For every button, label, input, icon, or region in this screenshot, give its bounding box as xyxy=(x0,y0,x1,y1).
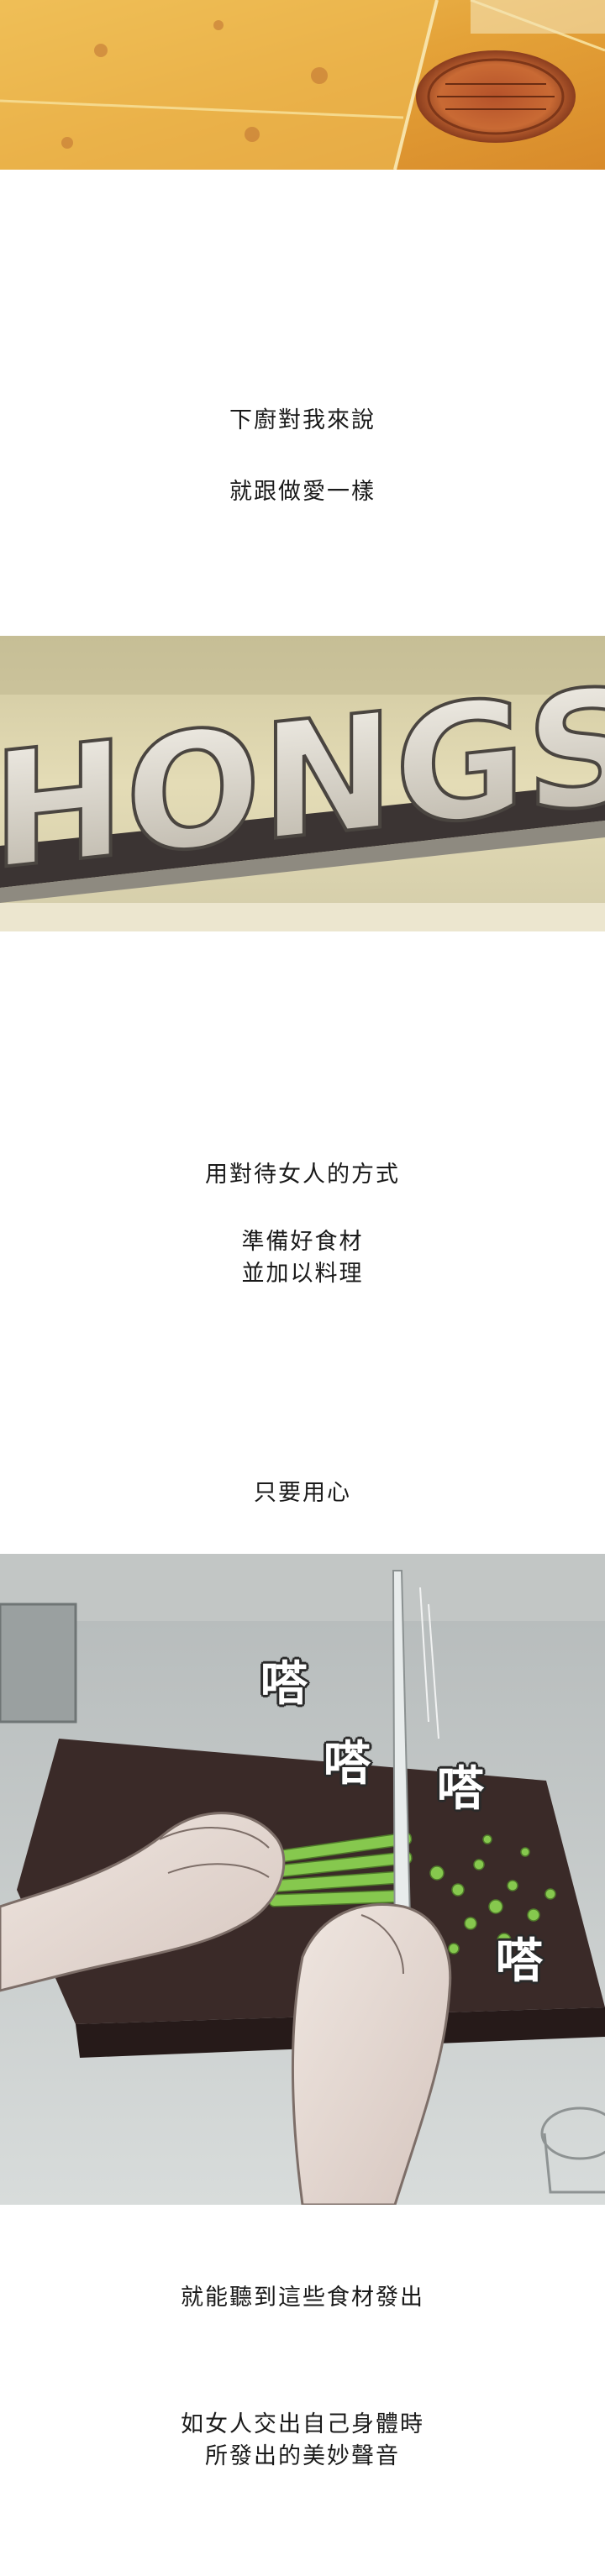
caption-6-line-1: 就能聽到這些食材發出 xyxy=(181,2285,424,2311)
sign-illustration: HONGS K xyxy=(0,636,605,931)
panel-chopping: 嗒 嗒 嗒 嗒 xyxy=(0,1554,605,2205)
panel-floor-drain xyxy=(0,0,605,170)
caption-1-line-1: 下廚對我來說 xyxy=(229,407,376,433)
caption-4-line-2: 並加以料理 xyxy=(241,1261,364,1287)
caption-7-line-1: 如女人交出自己身體時 xyxy=(181,2411,424,2437)
sfx-da-3: 嗒 xyxy=(437,1762,484,1817)
sfx-da-4: 嗒 xyxy=(496,1934,543,1989)
caption-2: 就跟做愛一樣 xyxy=(0,476,605,508)
caption-3: 用對待女人的方式 xyxy=(0,1159,605,1191)
caption-5-line-1: 只要用心 xyxy=(254,1480,351,1506)
caption-3-line-1: 用對待女人的方式 xyxy=(205,1162,400,1188)
floor-drain-illustration xyxy=(0,0,605,170)
caption-1: 下廚對我來說 xyxy=(0,405,605,437)
caption-7: 如女人交出自己身體時 所發出的美妙聲音 xyxy=(0,2409,605,2473)
caption-7-line-2: 所發出的美妙聲音 xyxy=(205,2443,400,2469)
sfx-da-2: 嗒 xyxy=(324,1737,371,1792)
panel-hongkong-sign: HONGS K xyxy=(0,636,605,931)
caption-4: 準備好食材 並加以料理 xyxy=(0,1226,605,1290)
caption-4-line-1: 準備好食材 xyxy=(241,1229,364,1255)
caption-2-line-1: 就跟做愛一樣 xyxy=(229,479,376,505)
caption-6: 就能聽到這些食材發出 xyxy=(0,2282,605,2314)
caption-5: 只要用心 xyxy=(0,1477,605,1509)
sfx-da-1: 嗒 xyxy=(260,1657,308,1712)
